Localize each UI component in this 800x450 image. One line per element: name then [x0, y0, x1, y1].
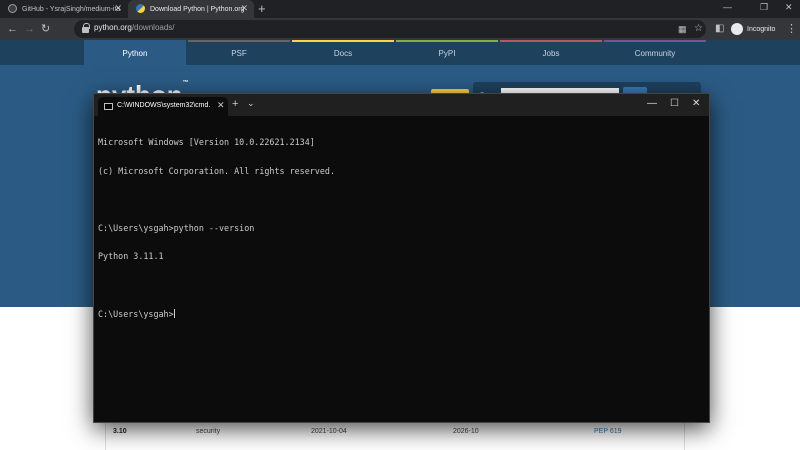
new-terminal-tab-button[interactable]: + — [232, 98, 238, 110]
github-favicon-icon — [8, 4, 17, 13]
star-icon[interactable]: ☆ — [694, 21, 703, 37]
tab-title: GitHub - YsrajSingh/medium-ita — [22, 5, 121, 13]
nav-community[interactable]: Community — [604, 40, 706, 65]
nav-label: PSF — [231, 49, 247, 58]
new-tab-button[interactable]: + — [258, 1, 266, 16]
minimize-icon[interactable]: — — [647, 98, 657, 109]
close-tab-icon[interactable]: ✕ — [114, 3, 122, 14]
terminal-line: Python 3.11.1 — [98, 251, 164, 261]
close-window-icon[interactable]: ✕ — [692, 98, 700, 109]
url-text[interactable]: python.org/downloads/ — [94, 23, 175, 32]
terminal-window[interactable]: C:\WINDOWS\system32\cmd. ✕ + ⌄ — ☐ ✕ Mic… — [93, 93, 710, 423]
chevron-down-icon[interactable]: ⌄ — [247, 98, 255, 109]
reload-icon[interactable]: ↻ — [41, 21, 50, 37]
release-pep-link[interactable]: PEP 619 — [594, 428, 622, 435]
back-arrow-icon[interactable]: ← — [7, 21, 18, 37]
address-bar[interactable]: python.org/downloads/ ▦ ☆ — [74, 20, 706, 38]
maximize-icon[interactable]: ☐ — [670, 98, 679, 109]
terminal-tab[interactable]: C:\WINDOWS\system32\cmd. ✕ — [98, 97, 228, 116]
terminal-tab-title: C:\WINDOWS\system32\cmd. — [117, 102, 211, 109]
incognito-label: Incognito — [747, 25, 776, 33]
site-nav: Python PSF Docs PyPI Jobs Community — [0, 40, 800, 65]
nav-label: Docs — [333, 49, 353, 58]
release-first-date: 2021-10-04 — [311, 428, 347, 435]
cmd-icon — [104, 103, 113, 110]
logo-tm: ™ — [182, 80, 189, 86]
nav-label: Python — [122, 49, 148, 58]
terminal-line: C:\Users\ysgah>python --version — [98, 222, 255, 233]
browser-tab-github[interactable]: GitHub - YsrajSingh/medium-ita ✕ — [0, 0, 128, 18]
incognito-icon — [731, 23, 743, 35]
qr-icon[interactable]: ▦ — [678, 21, 687, 37]
nav-label: Community — [634, 49, 676, 58]
incognito-profile-button[interactable]: Incognito — [731, 21, 777, 37]
terminal-prompt-line[interactable]: C:\Users\ysgah> — [98, 309, 698, 319]
nav-docs[interactable]: Docs — [292, 40, 394, 65]
browser-toolbar: ← → ↻ python.org/downloads/ ▦ ☆ ◧ Incogn… — [0, 18, 800, 40]
python-favicon-icon — [136, 4, 145, 13]
close-tab-icon[interactable]: ✕ — [240, 3, 248, 14]
text-cursor — [173, 309, 175, 318]
close-window-icon[interactable]: ✕ — [785, 2, 793, 13]
nav-psf[interactable]: PSF — [188, 40, 290, 65]
release-version: 3.10 — [113, 428, 127, 435]
menu-icon[interactable]: ⋮ — [786, 21, 797, 37]
terminal-output[interactable]: Microsoft Windows [Version 10.0.22621.21… — [98, 119, 698, 338]
browser-tab-python-download[interactable]: Download Python | Python.org ✕ — [128, 0, 254, 18]
nav-label: PyPI — [438, 49, 456, 58]
nav-pypi[interactable]: PyPI — [396, 40, 498, 65]
release-status: security — [196, 428, 221, 435]
terminal-line: Microsoft Windows [Version 10.0.22621.21… — [98, 137, 315, 147]
tab-title: Download Python | Python.org — [150, 5, 245, 13]
minimize-icon[interactable]: — — [723, 2, 732, 12]
terminal-line: (c) Microsoft Corporation. All rights re… — [98, 165, 335, 176]
terminal-titlebar[interactable]: C:\WINDOWS\system32\cmd. ✕ + ⌄ — ☐ ✕ — [94, 94, 709, 116]
restore-icon[interactable]: ❐ — [760, 2, 768, 13]
nav-jobs[interactable]: Jobs — [500, 40, 602, 65]
url-path: /downloads/ — [131, 23, 175, 32]
forward-arrow-icon[interactable]: → — [24, 21, 35, 37]
browser-tab-strip: GitHub - YsrajSingh/medium-ita ✕ Downloa… — [0, 0, 800, 18]
url-domain: python.org — [94, 23, 132, 32]
lock-icon[interactable] — [82, 23, 90, 33]
nav-python[interactable]: Python — [84, 40, 186, 65]
release-end-date: 2026-10 — [453, 428, 479, 435]
close-tab-icon[interactable]: ✕ — [217, 100, 225, 111]
sidebar-icon[interactable]: ◧ — [715, 21, 724, 37]
nav-label: Jobs — [542, 49, 560, 58]
terminal-prompt: C:\Users\ysgah> — [98, 309, 174, 319]
